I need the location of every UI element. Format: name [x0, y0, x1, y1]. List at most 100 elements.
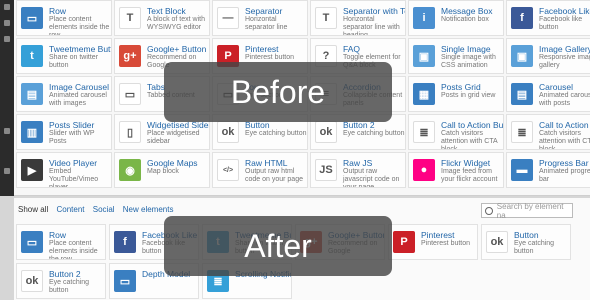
menu-icon[interactable]: [4, 20, 10, 26]
element-tile[interactable]: ok Button Eye catching button: [481, 224, 571, 260]
carousel-icon: ▤: [21, 83, 43, 105]
element-tile[interactable]: ≣ Call to Action ButtonCatch visitors att…: [408, 114, 504, 150]
video-icon: ▶: [21, 159, 43, 181]
posts-slider-icon: ▥: [21, 121, 43, 143]
element-tile[interactable]: </> Raw HTML Output raw html code on your …: [212, 152, 308, 188]
element-tile[interactable]: JS Raw JS Output raw javascript code on yo…: [310, 152, 406, 188]
element-description: Notification box: [441, 16, 489, 23]
element-tile[interactable]: ▦ Posts Grid Posts in grid view: [408, 76, 504, 112]
menu-icon[interactable]: [4, 168, 10, 174]
element-description: Posts in grid view: [441, 92, 496, 99]
tab-show-all[interactable]: Show all: [18, 205, 48, 214]
js-icon: JS: [315, 159, 337, 181]
element-description: Horizontal separator line: [245, 16, 288, 31]
element-tile[interactable]: ▤ Image Carousel Animated carousel with im…: [16, 76, 112, 112]
element-tile[interactable]: ≣ Call to Action Button 2Catch visitors a…: [506, 114, 590, 150]
element-title: Image Gallery: [539, 44, 590, 54]
element-tile[interactable]: ▭ Row Place content elements inside the ro…: [16, 0, 112, 36]
element-tile[interactable]: ● Flickr Widget Image feed from your flick…: [408, 152, 504, 188]
facebook-icon: f: [511, 7, 533, 29]
sidebar-icon: ▯: [119, 121, 141, 143]
element-description: Embed YouTube/Vimeo player: [49, 168, 99, 188]
element-description: Catch visitors attention with CTA block: [441, 130, 498, 150]
element-title: Video Player: [49, 158, 98, 168]
menu-icon[interactable]: [4, 36, 10, 42]
element-description: A block of text with WYSIWYG editor: [147, 16, 205, 31]
element-description: Eye catching button: [514, 240, 555, 255]
element-title: Flickr Widget: [441, 158, 491, 168]
admin-sidebar: [0, 0, 14, 196]
element-tile[interactable]: ▤ CarouselAnimated carousel with posts: [506, 76, 590, 112]
element-tile[interactable]: ok Button 2 Eye catching button: [16, 263, 106, 299]
element-description: Place widgetised sidebar: [147, 130, 200, 145]
tab-social[interactable]: Social: [93, 205, 115, 214]
element-title: Button 2: [49, 269, 81, 279]
element-title: Separator with Text: [343, 6, 405, 16]
element-tile[interactable]: ▭ Row Place content elements inside the ro…: [16, 224, 106, 260]
element-tile[interactable]: ▣ Image GalleryResponsive image gallery: [506, 38, 590, 74]
button2-icon: ok: [21, 270, 43, 292]
element-tile[interactable]: ◉ Google Maps Map block: [114, 152, 210, 188]
flickr-icon: ●: [413, 159, 435, 181]
element-tile[interactable]: ▬ Progress BarAnimated progress bar: [506, 152, 590, 188]
element-description: Slider with WP Posts: [49, 130, 95, 145]
element-tile[interactable]: ▣ Single Image Single image with CSS anima…: [408, 38, 504, 74]
maps-icon: ◉: [119, 159, 141, 181]
element-description: Eye catching button: [245, 130, 307, 137]
separator-icon: —: [217, 7, 239, 29]
element-tile[interactable]: — Separator Horizontal separator line: [212, 0, 308, 36]
element-tile[interactable]: t Tweetmeme ButtonShare on twitter button: [16, 38, 112, 74]
row-icon: ▭: [21, 231, 43, 253]
element-description: Animated carousel with images: [49, 92, 107, 107]
facebook-icon: f: [114, 231, 136, 253]
element-description: Facebook like button: [539, 16, 583, 31]
element-description: Animated carousel with posts: [539, 92, 590, 107]
element-tile[interactable]: f Facebook LikeFacebook like button: [506, 0, 590, 36]
element-title: Tweetmeme Button: [49, 44, 111, 54]
element-tile[interactable]: ▥ Posts Slider Slider with WP Posts: [16, 114, 112, 150]
progress-icon: ▬: [511, 159, 533, 181]
tab-content[interactable]: Content: [56, 205, 84, 214]
row-icon: ▭: [21, 7, 43, 29]
tabs-icon: ▭: [119, 83, 141, 105]
element-title: Posts Grid: [441, 82, 481, 92]
menu-icon[interactable]: [4, 4, 10, 10]
element-description: Eye catching button: [49, 279, 90, 294]
button-icon: ok: [217, 121, 239, 143]
element-tile[interactable]: T Text Block A block of text with WYSIWYG …: [114, 0, 210, 36]
element-title: Pinterest: [245, 44, 279, 54]
gallery-icon: ▣: [511, 45, 533, 67]
search-input[interactable]: Search by element na: [481, 201, 573, 220]
element-tile[interactable]: ▶ Video Player Embed YouTube/Vimeo player: [16, 152, 112, 188]
separator-text-icon: T: [315, 7, 337, 29]
message-icon: i: [413, 7, 435, 29]
element-title: Carousel: [539, 82, 574, 92]
element-description: Catch visitors attention with CTA block: [539, 130, 590, 150]
after-label: After: [164, 216, 392, 276]
menu-icon[interactable]: [4, 128, 10, 134]
element-description: Image feed from your flickr account: [441, 168, 498, 183]
element-title: Pinterest: [421, 230, 455, 240]
element-description: Place content elements inside the row: [49, 240, 98, 260]
element-title: Single Image: [441, 44, 491, 54]
element-tile[interactable]: i Message Box Notification box: [408, 0, 504, 36]
element-title: Separator: [245, 6, 283, 16]
pinterest-icon: P: [393, 231, 415, 253]
googleplus-icon: g+: [119, 45, 141, 67]
search-placeholder: Search by element na: [496, 201, 564, 220]
element-title: FAQ: [343, 44, 361, 54]
button2-icon: ok: [315, 121, 337, 143]
element-tile[interactable]: P Pinterest Pinterest button: [388, 224, 478, 260]
posts-carousel-icon: ▤: [511, 83, 533, 105]
element-description: Animated progress bar: [539, 168, 590, 183]
element-tile[interactable]: T Separator with TextHorizontal separator…: [310, 0, 406, 36]
element-description: Horizontal separator line with heading: [343, 16, 400, 36]
tab-new-elements[interactable]: New elements: [123, 205, 174, 214]
element-description: Eye catching button: [343, 130, 405, 137]
element-title: Progress Bar: [539, 158, 589, 168]
element-title: Google+ Button: [147, 44, 207, 54]
element-title: Row: [49, 6, 67, 16]
cta2-icon: ≣: [511, 121, 533, 143]
element-description: Responsive image gallery: [539, 54, 590, 69]
element-description: Output raw javascript code on your page: [343, 168, 400, 188]
